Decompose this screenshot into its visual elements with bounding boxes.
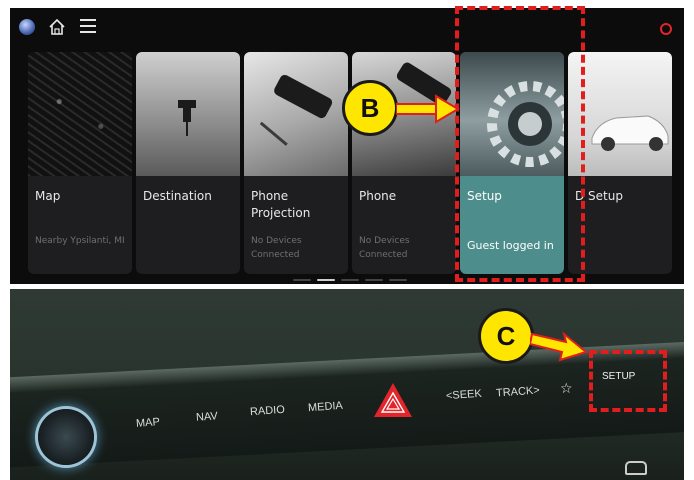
nav-button[interactable]: NAV <box>196 410 219 423</box>
phone-hand-thumbnail <box>244 52 348 176</box>
card-label: D Setup <box>575 189 623 203</box>
card-subtitle: Nearby Ypsilanti, MI <box>35 236 125 246</box>
card-map[interactable]: Map Nearby Ypsilanti, MI <box>28 52 132 274</box>
globe-icon[interactable] <box>19 19 35 35</box>
home-icon[interactable] <box>48 18 66 36</box>
page-indicator <box>293 279 423 282</box>
map-button[interactable]: MAP <box>136 416 161 430</box>
card-subtitle: No Devices Connected <box>251 236 302 260</box>
status-icon <box>660 23 672 35</box>
callout-b: B <box>342 80 398 136</box>
card-label: Map <box>35 189 61 203</box>
hazard-icon[interactable] <box>372 381 414 419</box>
media-button[interactable]: MEDIA <box>308 400 344 414</box>
card-label: Phone Projection <box>251 189 311 220</box>
pin-thumbnail <box>136 52 240 176</box>
card-destination[interactable]: Destination <box>136 52 240 274</box>
map-thumbnail <box>28 52 132 176</box>
star-icon[interactable]: ☆ <box>560 382 574 396</box>
callout-c: C <box>478 308 534 364</box>
card-subtitle: No Devices Connected <box>359 236 410 260</box>
setup-card-highlight <box>455 6 585 282</box>
dashboard-photo: MAP NAV RADIO MEDIA <SEEK TRACK> ☆ SETUP <box>10 289 684 480</box>
card-label: Phone <box>359 189 397 203</box>
menu-icon[interactable] <box>80 19 96 33</box>
arrow-right-icon <box>530 331 588 362</box>
card-label: Destination <box>143 189 212 203</box>
arrow-right-icon <box>396 94 460 124</box>
radio-button[interactable]: RADIO <box>250 404 286 418</box>
card-phone-projection[interactable]: Phone Projection No Devices Connected <box>244 52 348 274</box>
car-icon[interactable] <box>625 461 647 475</box>
setup-button-highlight <box>589 350 667 412</box>
volume-knob[interactable] <box>38 409 94 465</box>
seek-button[interactable]: <SEEK <box>446 388 483 402</box>
